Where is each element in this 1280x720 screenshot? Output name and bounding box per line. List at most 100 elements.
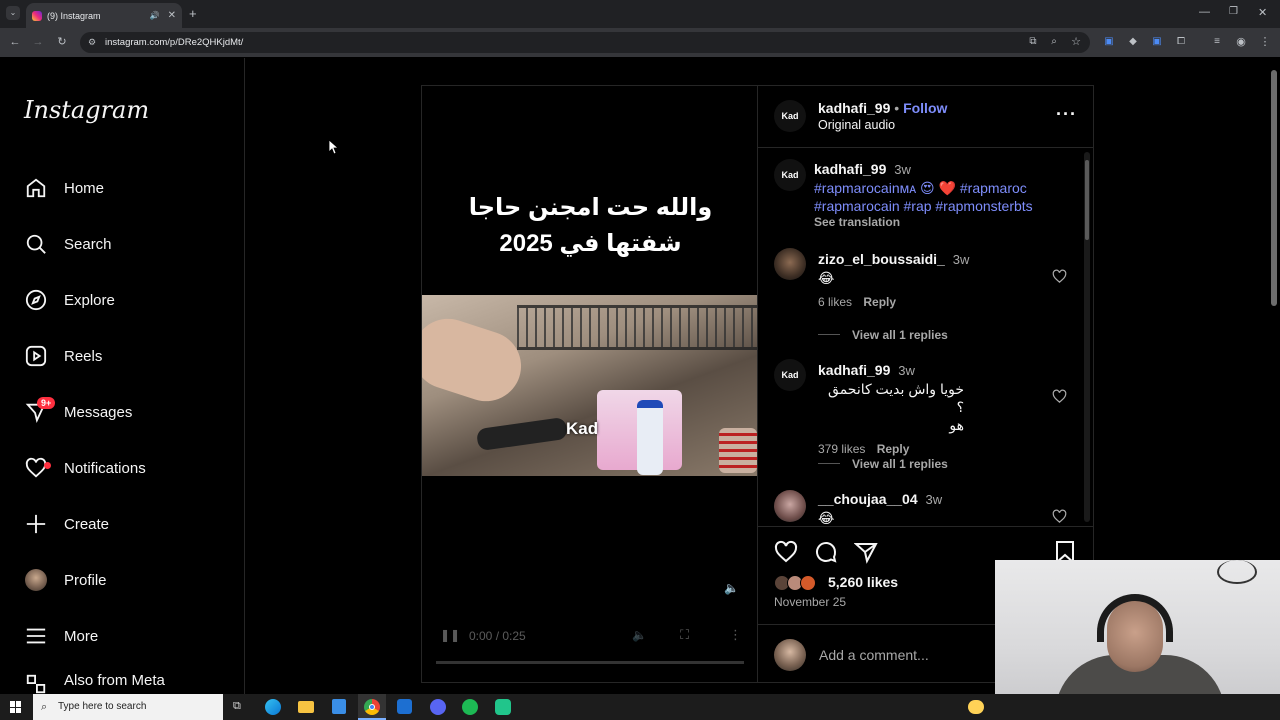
volume-toggle-icon[interactable]: 🔈 [724, 581, 739, 595]
compass-icon [24, 288, 48, 312]
comment-text: 😂 [818, 270, 835, 286]
sidebar-item-search[interactable]: Search [24, 224, 234, 264]
minimize-button[interactable]: — [1199, 6, 1210, 18]
author-username[interactable]: kadhafi_99 [818, 100, 890, 116]
extension-icon[interactable]: ◆ [1126, 35, 1140, 49]
capcut-app-icon[interactable] [495, 699, 511, 715]
taskbar-search-input[interactable]: ⌕ Type here to search [33, 694, 223, 720]
video-progress-bar[interactable] [436, 661, 744, 664]
spotify-icon[interactable] [462, 699, 478, 715]
comment-likes[interactable]: 379 likes [818, 442, 865, 456]
video-player[interactable]: والله حت امجنن حاجا شفتها في 2025 Kad 🔈 … [421, 85, 758, 683]
like-post-icon[interactable] [774, 540, 798, 569]
discord-like-app-icon[interactable] [430, 699, 446, 715]
weather-icon[interactable] [968, 700, 984, 714]
sidebar-item-label: Messages [64, 403, 133, 421]
caption-hashtags[interactable]: #rapmarocainᴍᴀ 😍 ❤️ #rapmaroc [814, 179, 1074, 197]
view-replies-button[interactable]: View all 1 replies [852, 328, 948, 342]
commenter-avatar[interactable] [774, 248, 806, 280]
home-icon [24, 176, 48, 200]
task-view-icon[interactable]: ⧉ [233, 700, 241, 713]
tab-title: (9) Instagram [47, 10, 101, 21]
fullscreen-icon[interactable]: ⛶ [680, 627, 689, 643]
follow-button[interactable]: Follow [903, 100, 947, 116]
sidebar-item-explore[interactable]: Explore [24, 280, 234, 320]
close-window-button[interactable]: ✕ [1258, 6, 1267, 19]
profile-icon[interactable]: ◉ [1234, 35, 1248, 49]
instagram-logo[interactable]: Instagram [24, 96, 149, 124]
reply-button[interactable]: Reply [877, 442, 910, 456]
see-translation-link[interactable]: See translation [814, 215, 1074, 229]
comment-username[interactable]: zizo_el_boussaidi_ [818, 251, 945, 267]
start-windows-icon[interactable] [10, 701, 22, 713]
comment-icon[interactable] [814, 540, 838, 569]
back-icon[interactable]: ← [8, 35, 22, 49]
sidebar-item-messages[interactable]: 9+ Messages [24, 392, 234, 432]
more-options-icon[interactable]: ··· [1056, 104, 1077, 125]
comments-scrollbar[interactable] [1084, 152, 1090, 522]
play-pause-icon[interactable]: ❚❚ [440, 628, 460, 642]
sidebar-item-reels[interactable]: Reels [24, 336, 234, 376]
commenter-avatar[interactable] [774, 490, 806, 522]
actions-divider [758, 526, 1094, 527]
comment-like-icon[interactable] [1052, 389, 1067, 409]
video-kettle-shape [475, 416, 569, 452]
speaker-icon[interactable]: 🔊 [150, 11, 160, 20]
sidebar-item-notifications[interactable]: Notifications [24, 448, 234, 488]
messages-badge: 9+ [37, 397, 56, 409]
sidebar-item-create[interactable]: Create [24, 504, 234, 544]
comments-clip: __choujaa__04 3w 😂 [758, 486, 1082, 524]
video-options-icon[interactable]: ⋮ [729, 627, 742, 643]
replies-line [818, 463, 840, 464]
comment-username[interactable]: __choujaa__04 [818, 491, 918, 507]
edge-icon[interactable] [265, 699, 281, 715]
sidebar-item-more[interactable]: More [24, 616, 234, 656]
likes-count[interactable]: 5,260 likes [828, 574, 898, 590]
reply-button[interactable]: Reply [863, 295, 896, 309]
site-info-icon[interactable]: ⚙ [88, 32, 96, 53]
sidebar-item-profile[interactable]: Profile [24, 560, 234, 600]
caption-author-avatar[interactable]: Kad [774, 159, 806, 191]
comment-item: kadhafi_99 3w خويا واش بديت كانحمق ؟ هو … [818, 361, 1058, 458]
extension-blue-icon[interactable]: ▣ [1150, 35, 1164, 49]
restore-button[interactable]: ❐ [1229, 6, 1238, 17]
media-control-icon[interactable]: ≡ [1210, 35, 1224, 49]
reload-icon[interactable]: ↻ [55, 35, 69, 49]
translate-extension-icon[interactable]: ▣ [1102, 35, 1116, 49]
comment-actions: 379 likes Reply [818, 440, 1058, 458]
file-explorer-icon[interactable] [298, 701, 314, 713]
new-tab-button[interactable]: + [189, 6, 197, 21]
comment-like-icon[interactable] [1052, 269, 1067, 289]
store-icon[interactable] [332, 699, 346, 714]
sidebar-item-also-from-meta[interactable]: Also from Meta [24, 672, 234, 694]
comment-username[interactable]: kadhafi_99 [818, 362, 890, 378]
browser-menu-icon[interactable]: ⋮ [1258, 35, 1272, 49]
caption-hashtags[interactable]: #rapmarocain #rap #rapmonsterbts [814, 197, 1074, 215]
commenter-avatar[interactable]: Kad [774, 359, 806, 391]
mute-icon[interactable]: 🔈 [632, 628, 647, 642]
forward-icon[interactable]: → [31, 35, 45, 49]
comment-like-icon[interactable] [1052, 509, 1067, 524]
chrome-icon[interactable] [358, 694, 386, 720]
zoom-icon[interactable]: ⌕ [1047, 35, 1061, 49]
sidebar-item-home[interactable]: Home [24, 168, 234, 208]
browser-tab[interactable]: (9) Instagram 🔊 ✕ [26, 3, 182, 28]
share-icon[interactable] [853, 540, 878, 569]
address-bar[interactable]: ⚙ instagram.com/p/DRe2QHKjdMt/ [80, 32, 1090, 53]
close-tab-icon[interactable]: ✕ [168, 10, 176, 21]
tab-search-button[interactable]: ⌄ [6, 6, 20, 20]
caption-username[interactable]: kadhafi_99 [814, 161, 886, 177]
install-app-icon[interactable]: ⧉ [1026, 35, 1040, 49]
comment-likes[interactable]: 6 likes [818, 295, 852, 309]
comment-text: خويا واش بديت كانحمق ؟ [828, 381, 964, 415]
video-controls: ❚❚ 0:00 / 0:25 🔈 ⛶ ⋮ [422, 624, 757, 654]
bookmark-star-icon[interactable]: ☆ [1069, 35, 1083, 49]
view-replies-button[interactable]: View all 1 replies [852, 457, 948, 471]
comment-actions: 6 likes Reply [818, 293, 1058, 311]
liker-avatars[interactable] [774, 574, 826, 592]
mail-app-icon[interactable] [397, 699, 412, 714]
extensions-puzzle-icon[interactable]: ⧠ [1174, 35, 1188, 49]
audio-label[interactable]: Original audio [818, 118, 1048, 132]
author-avatar[interactable]: Kad [774, 100, 806, 132]
video-bottle-shape [637, 400, 663, 475]
